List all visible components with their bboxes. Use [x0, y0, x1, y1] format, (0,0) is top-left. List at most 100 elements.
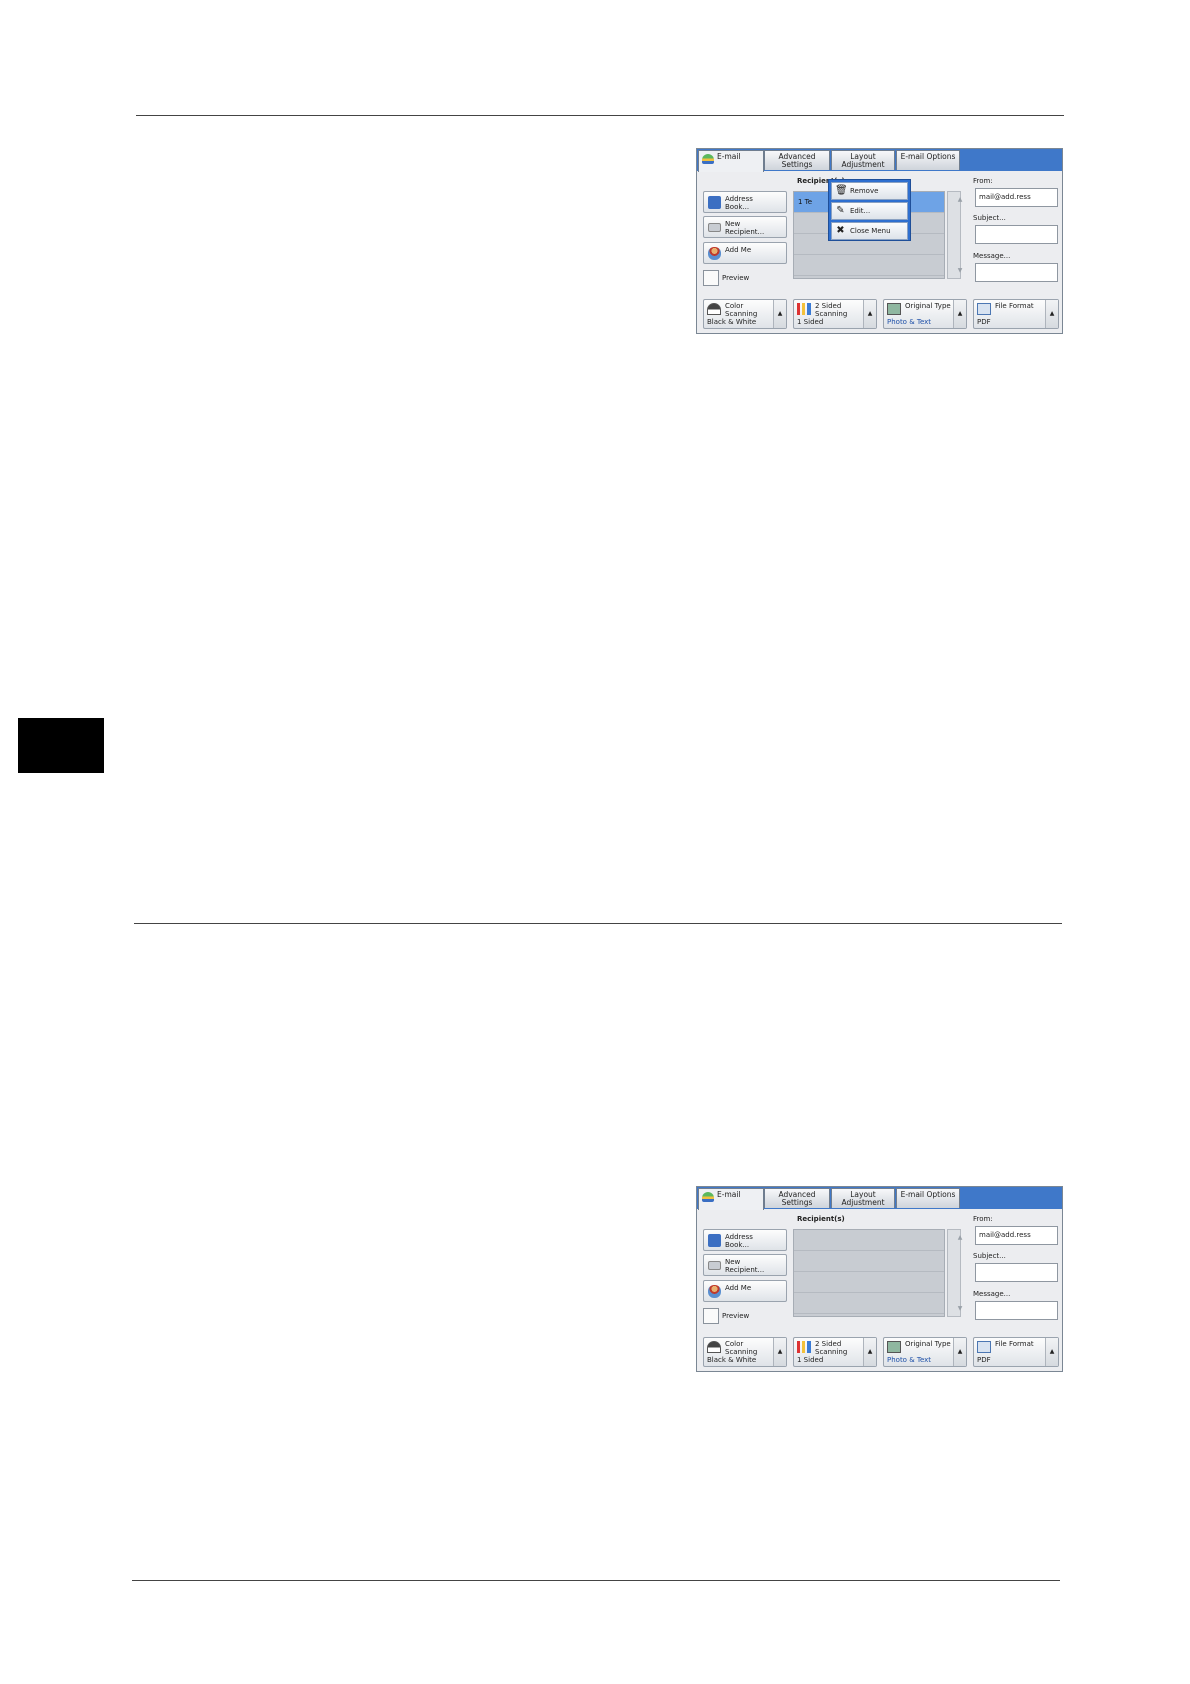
new-recipient-button[interactable]: New Recipient...	[703, 216, 787, 238]
menu-item-label: Edit...	[850, 207, 871, 215]
recipient-row[interactable]	[794, 1230, 944, 1251]
chevron-up-icon[interactable]: ▲	[773, 300, 786, 328]
button-value: PDF	[977, 1356, 991, 1364]
chevron-up-icon[interactable]: ▲	[1045, 1338, 1058, 1366]
file-format-button[interactable]: File Format PDF ▲	[973, 299, 1059, 329]
address-book-button[interactable]: Address Book...	[703, 191, 787, 213]
message-field[interactable]	[975, 1301, 1058, 1320]
checkbox-box	[703, 1308, 719, 1324]
tab-email[interactable]: E-mail	[698, 1188, 764, 1210]
remove-menu-item[interactable]: 🗑 Remove	[831, 182, 908, 200]
button-label: Address Book...	[725, 1233, 753, 1249]
address-book-icon	[708, 196, 721, 209]
keyboard-icon	[708, 1261, 721, 1270]
chevron-up-icon[interactable]: ▲	[1045, 300, 1058, 328]
subject-label: Subject...	[973, 1252, 1006, 1260]
chevron-up-icon[interactable]: ▲	[863, 300, 876, 328]
trash-icon: 🗑	[835, 185, 848, 196]
address-book-button[interactable]: Address Book...	[703, 1229, 787, 1251]
subject-field[interactable]	[975, 1263, 1058, 1282]
file-format-button[interactable]: File Format PDF ▲	[973, 1337, 1059, 1367]
email-screen: E-mail Advanced Settings Layout Adjustme…	[696, 1186, 1063, 1372]
recipients-label: Recipient(s)	[797, 1215, 845, 1223]
preview-checkbox[interactable]: Preview	[703, 270, 749, 286]
chevron-up-icon[interactable]: ▲	[953, 1338, 966, 1366]
button-value: 1 Sided	[797, 1356, 824, 1364]
scroll-up-icon[interactable]: ▲	[954, 196, 966, 203]
tab-email-options[interactable]: E-mail Options	[896, 1188, 960, 1208]
recipient-row[interactable]	[794, 1293, 944, 1314]
email-icon	[702, 1192, 714, 1202]
new-recipient-button[interactable]: New Recipient...	[703, 1254, 787, 1276]
tab-label: E-mail Options	[900, 1190, 956, 1199]
tab-advanced-settings[interactable]: Advanced Settings	[764, 1188, 830, 1208]
from-label: From:	[973, 1215, 993, 1223]
scroll-up-icon[interactable]: ▲	[954, 1234, 966, 1241]
menu-item-label: Remove	[850, 187, 879, 195]
tab-email-label: E-mail	[717, 1190, 741, 1199]
button-title: 2 Sided Scanning	[815, 302, 848, 318]
person-icon	[708, 1285, 721, 1298]
close-icon: ✖	[836, 225, 845, 236]
tab-email[interactable]: E-mail	[698, 150, 764, 172]
recipient-scrollbar[interactable]: ▲ ▼	[947, 1229, 962, 1317]
tab-advanced-settings[interactable]: Advanced Settings	[764, 150, 830, 170]
color-scanning-button[interactable]: Color Scanning Black & White ▲	[703, 299, 787, 329]
from-field[interactable]: mail@add.ress	[975, 1226, 1058, 1245]
original-type-button[interactable]: Original Type Photo & Text ▲	[883, 1337, 967, 1367]
recipient-scrollbar[interactable]: ▲ ▼	[947, 191, 962, 279]
preview-label: Preview	[722, 1312, 750, 1320]
button-label: Add Me	[725, 246, 752, 254]
email-screen-with-menu: E-mail Advanced Settings Layout Adjustme…	[696, 148, 1063, 334]
recipient-context-menu: 🗑 Remove ✎ Edit... ✖ Close Menu	[828, 179, 911, 241]
subject-field[interactable]	[975, 225, 1058, 244]
message-field[interactable]	[975, 263, 1058, 282]
tab-layout-adjustment[interactable]: Layout Adjustment	[831, 1188, 895, 1208]
button-title: Original Type	[905, 302, 951, 310]
two-sided-scanning-button[interactable]: 2 Sided Scanning 1 Sided ▲	[793, 1337, 877, 1367]
message-label: Message...	[973, 252, 1011, 260]
tab-layout-adjustment[interactable]: Layout Adjustment	[831, 150, 895, 170]
button-label: New Recipient...	[725, 220, 765, 236]
section-rule	[134, 923, 1062, 924]
tab-label-line2: Adjustment	[841, 1198, 885, 1207]
recipient-row[interactable]	[794, 255, 944, 276]
edit-icon: ✎	[836, 205, 845, 216]
add-me-button[interactable]: Add Me	[703, 1280, 787, 1302]
from-field[interactable]: mail@add.ress	[975, 188, 1058, 207]
button-title: 2 Sided Scanning	[815, 1340, 848, 1356]
button-value: Black & White	[707, 318, 757, 326]
two-sided-scanning-button[interactable]: 2 Sided Scanning 1 Sided ▲	[793, 299, 877, 329]
subject-label: Subject...	[973, 214, 1006, 222]
add-me-button[interactable]: Add Me	[703, 242, 787, 264]
chevron-up-icon[interactable]: ▲	[953, 300, 966, 328]
chevron-up-icon[interactable]: ▲	[773, 1338, 786, 1366]
original-type-icon	[887, 303, 901, 315]
file-format-icon	[977, 1341, 991, 1353]
color-icon	[707, 1341, 721, 1353]
button-label: Add Me	[725, 1284, 752, 1292]
recipient-row[interactable]	[794, 1272, 944, 1293]
tab-email-label: E-mail	[717, 152, 741, 161]
original-type-button[interactable]: Original Type Photo & Text ▲	[883, 299, 967, 329]
two-sided-icon	[797, 303, 811, 315]
tab-label-line2: Settings	[781, 1198, 813, 1207]
scroll-down-icon[interactable]: ▼	[954, 267, 966, 274]
edit-menu-item[interactable]: ✎ Edit...	[831, 202, 908, 220]
tab-email-options[interactable]: E-mail Options	[896, 150, 960, 170]
address-book-icon	[708, 1234, 721, 1247]
button-title: Color Scanning	[725, 1340, 758, 1356]
chevron-up-icon[interactable]: ▲	[863, 1338, 876, 1366]
button-title: File Format	[995, 302, 1034, 310]
button-value: Black & White	[707, 1356, 757, 1364]
tab-label: E-mail Options	[900, 152, 956, 161]
recipient-row[interactable]	[794, 1251, 944, 1272]
button-label: New Recipient...	[725, 1258, 765, 1274]
preview-checkbox[interactable]: Preview	[703, 1308, 749, 1324]
file-format-icon	[977, 303, 991, 315]
color-scanning-button[interactable]: Color Scanning Black & White ▲	[703, 1337, 787, 1367]
scroll-down-icon[interactable]: ▼	[954, 1305, 966, 1312]
two-sided-icon	[797, 1341, 811, 1353]
close-menu-item[interactable]: ✖ Close Menu	[831, 222, 908, 240]
from-label: From:	[973, 177, 993, 185]
